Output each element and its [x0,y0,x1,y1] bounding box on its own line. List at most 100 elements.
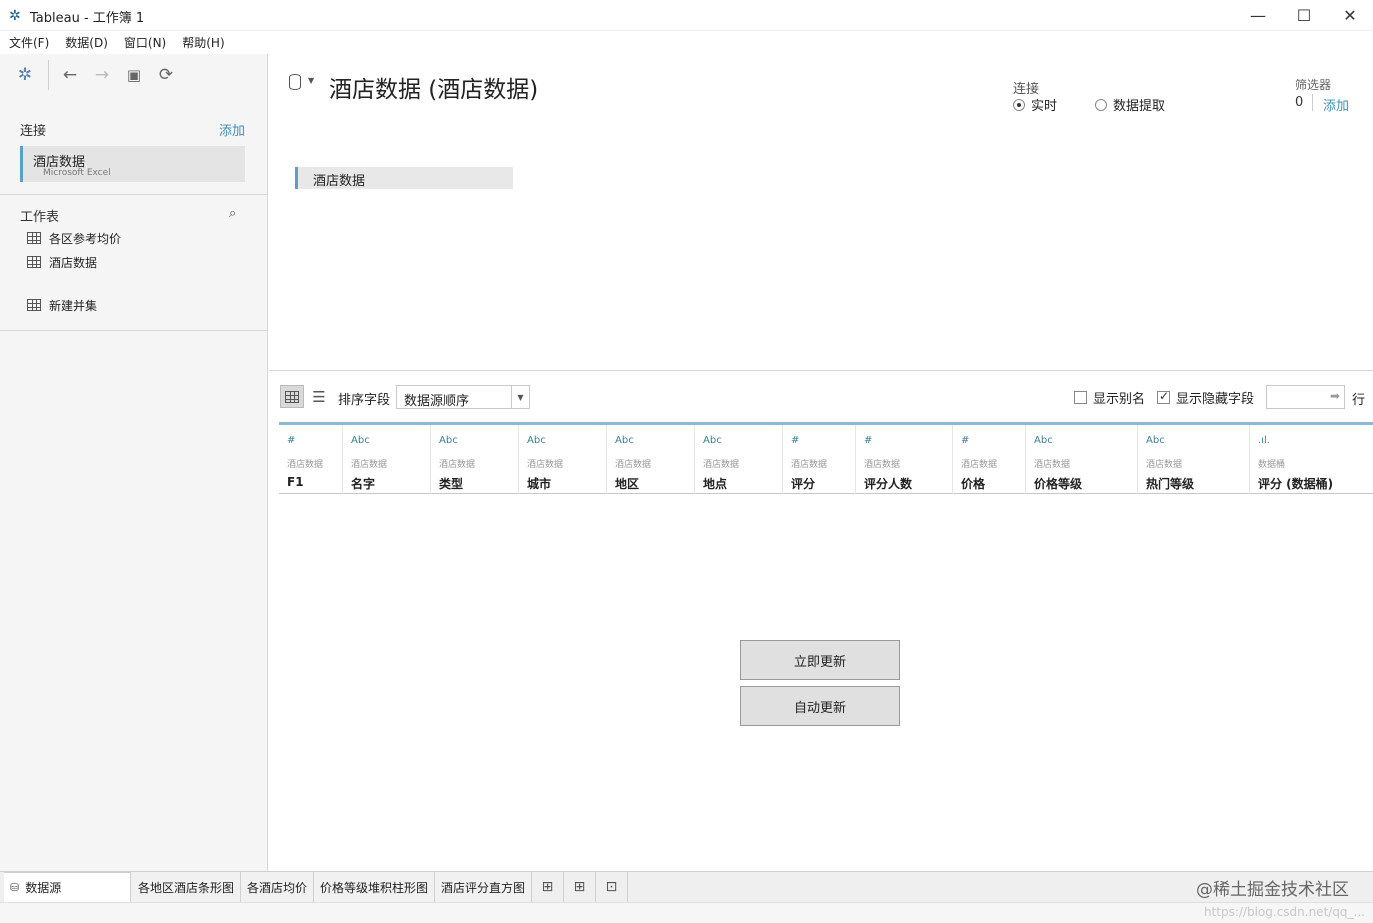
home-logo-icon[interactable]: ✲ [13,64,37,86]
toolbar-separator [48,60,49,90]
string-type-icon[interactable]: Abc [351,435,370,446]
tab-sheet[interactable]: 酒店评分直方图 [435,872,533,902]
number-type-icon[interactable]: # [961,435,969,446]
watermark: @稀土掘金技术社区 [1196,880,1349,900]
column-source: 酒店数据 [1146,460,1183,470]
column-source: 酒店数据 [791,460,828,470]
connection-extract-option[interactable]: 数据提取 [1095,95,1165,114]
arrow-right-icon[interactable]: ➡ [1330,389,1340,403]
show-hidden-checkbox[interactable] [1157,389,1170,404]
back-arrow-icon[interactable]: ← [58,64,82,86]
column-name: 地区 [615,477,640,491]
column-header[interactable]: Abc 酒店数据 地点 [695,425,783,494]
new-dashboard-icon[interactable]: ⊞ [564,872,596,902]
show-alias-option[interactable]: 显示别名 [1074,388,1145,407]
rows-input[interactable]: ➡ [1266,385,1345,409]
grid-view-button[interactable] [280,385,304,408]
column-source: 酒店数据 [615,460,652,470]
column-header[interactable]: Abc 酒店数据 城市 [519,425,607,494]
maximize-button[interactable]: ☐ [1281,0,1327,31]
show-alias-checkbox[interactable] [1074,391,1087,404]
add-connection-link[interactable]: 添加 [219,120,245,139]
tab-sheet[interactable]: 各酒店均价 [241,872,315,902]
menu-help[interactable]: 帮助(H) [182,34,224,51]
tab-sheet[interactable]: 价格等级堆积柱形图 [314,872,436,902]
sort-select[interactable]: 数据源顺序 ▼ [396,385,530,409]
column-name: 地点 [703,477,728,491]
datasource-title[interactable]: 酒店数据 (酒店数据) [329,70,538,104]
forward-arrow-icon[interactable]: → [90,64,114,86]
update-now-button[interactable]: 立即更新 [740,640,900,680]
column-name: 类型 [439,477,464,491]
canvas-table[interactable]: 酒店数据 [295,167,513,189]
new-union-item[interactable]: 新建并集 [27,296,97,314]
new-union-label: 新建并集 [49,298,98,313]
menu-bar: 文件(F) 数据(D) 窗口(N) 帮助(H) [0,31,1373,53]
search-icon[interactable]: ⌕ [229,206,236,221]
close-button[interactable]: ✕ [1327,0,1373,31]
menu-window[interactable]: 窗口(N) [124,34,166,51]
chevron-down-icon[interactable]: ▼ [308,76,314,85]
bin-type-icon[interactable]: .ıl. [1258,435,1270,446]
column-header[interactable]: .ıl. 数据桶 评分 (数据桶) [1250,425,1373,494]
show-hidden-option[interactable]: 显示隐藏字段 [1157,388,1254,407]
column-name: 评分 (数据桶) [1258,477,1334,491]
connection-item[interactable]: 酒店数据 Microsoft Excel [20,146,245,182]
tab-sheet[interactable]: 各地区酒店条形图 [132,872,242,902]
connection-type: Microsoft Excel [43,168,111,178]
auto-update-button[interactable]: 自动更新 [740,686,900,726]
grid-icon [285,390,299,403]
column-name: 城市 [527,477,552,491]
show-alias-label: 显示别名 [1093,392,1146,407]
save-icon[interactable]: ▣ [122,64,146,86]
divider [0,330,268,331]
add-filter-link[interactable]: 添加 [1323,95,1349,114]
new-story-icon[interactable]: ⊡ [596,872,628,902]
connection-live-option[interactable]: 实时 [1013,95,1057,114]
number-type-icon[interactable]: # [287,435,295,446]
string-type-icon[interactable]: Abc [703,435,722,446]
rows-label: 行 [1352,393,1366,408]
column-header[interactable]: # 酒店数据 评分 [783,425,856,494]
column-header[interactable]: Abc 酒店数据 类型 [431,425,519,494]
menu-data[interactable]: 数据(D) [65,34,108,51]
menu-file[interactable]: 文件(F) [9,34,49,51]
column-header[interactable]: Abc 酒店数据 名字 [343,425,431,494]
connections-title: 连接 [20,124,47,139]
string-type-icon[interactable]: Abc [439,435,458,446]
datasource-icon[interactable] [289,74,301,90]
refresh-icon[interactable]: ⟳ [154,64,178,86]
column-source: 酒店数据 [439,460,476,470]
number-type-icon[interactable]: # [791,435,799,446]
column-header[interactable]: # 酒店数据 F1 [279,425,343,494]
filters-separator [1312,94,1313,111]
chevron-down-icon[interactable]: ▼ [511,386,529,408]
tab-datasource[interactable]: ⛁ 数据源 [4,872,131,902]
sheet-item[interactable]: 各区参考均价 [27,229,121,247]
string-type-icon[interactable]: Abc [1146,435,1165,446]
new-worksheet-icon[interactable]: ⊞ [532,872,564,902]
window-title: Tableau - 工作簿 1 [30,11,145,26]
list-view-button[interactable]: ☰ [307,385,331,408]
column-header[interactable]: # 酒店数据 评分人数 [856,425,953,494]
union-icon [27,299,41,311]
sheet-item[interactable]: 酒店数据 [27,253,97,271]
column-header[interactable]: Abc 酒店数据 价格等级 [1026,425,1138,494]
radio-live[interactable] [1013,98,1025,111]
minimize-button[interactable]: — [1235,0,1281,31]
column-header-row: # 酒店数据 F1 Abc 酒店数据 名字 Abc 酒店数据 类型 Abc 酒店… [279,422,1373,494]
column-name: 名字 [351,477,376,491]
radio-extract[interactable] [1095,98,1107,111]
number-type-icon[interactable]: # [864,435,872,446]
filters-label: 筛选器 [1295,78,1332,92]
column-header[interactable]: # 酒店数据 价格 [953,425,1026,494]
column-header[interactable]: Abc 酒店数据 热门等级 [1138,425,1250,494]
string-type-icon[interactable]: Abc [1034,435,1053,446]
string-type-icon[interactable]: Abc [527,435,546,446]
left-panel: ✲ ← → ▣ ⟳ 连接 添加 酒店数据 Microsoft Excel 工作表… [0,54,268,871]
column-name: 评分 [791,477,816,491]
column-header[interactable]: Abc 酒店数据 地区 [607,425,695,494]
canvas-table-label: 酒店数据 [313,174,366,189]
toolbar: ✲ ← → ▣ ⟳ [0,54,268,96]
string-type-icon[interactable]: Abc [615,435,634,446]
